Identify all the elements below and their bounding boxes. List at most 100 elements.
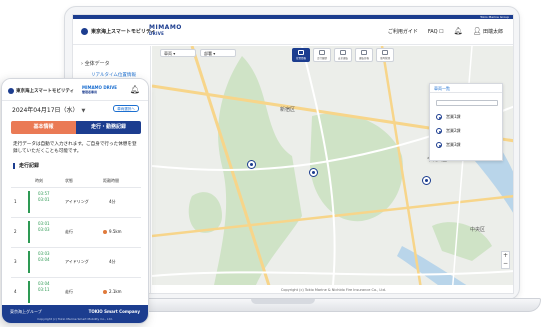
location-icon <box>298 50 304 55</box>
mobile-header: 東京海上スマートモビリティ MIMAMO DRIVE 管理者専用 🔔︎ <box>2 79 148 101</box>
date-label: 2024年04月17日（水） <box>12 107 79 114</box>
panel-item-label: 営業3課 <box>446 142 461 147</box>
phone-frame: 東京海上スマートモビリティ MIMAMO DRIVE 管理者専用 🔔︎ 2024… <box>1 78 149 324</box>
row-status: 走行 <box>65 229 73 234</box>
tab-label: 運転日報 <box>358 57 369 60</box>
faq-link[interactable]: FAQ ☐ <box>428 29 444 35</box>
product-sub: DRIVE <box>149 31 165 36</box>
panel-item[interactable]: 営業1課 <box>436 114 461 120</box>
panel-item-label: 営業1課 <box>446 114 461 119</box>
footer-brand: TOKIO Smart Company <box>88 309 140 314</box>
map-label-chuo: 中央区 <box>470 227 486 233</box>
chevron-right-icon: › <box>81 61 83 67</box>
laptop-notch <box>251 299 315 304</box>
app-header: 東京海上スマートモビリティ MIMAMO DRIVE ご利用ガイド FAQ ☐ … <box>73 19 513 45</box>
zoom-control[interactable]: + − <box>501 251 510 269</box>
row-number: 4 <box>14 289 17 294</box>
mobile-org-name: 東京海上スマートモビリティ <box>16 89 75 94</box>
zoom-in-button[interactable]: + <box>502 252 509 260</box>
panel-search-input[interactable] <box>436 100 498 106</box>
bell-icon[interactable]: 🔔︎ <box>454 28 463 35</box>
tab-label: 走行履歴 <box>316 57 327 60</box>
footer-copyright: Copyright (c) Tokio Marine Smart Mobilit… <box>37 317 113 321</box>
timeline-bar <box>28 191 30 213</box>
row-time: 03:03 03:04 <box>38 251 50 263</box>
org-logo-icon <box>81 28 88 35</box>
info-note: 走行データは自動で入力されます。ご自身で行った休憩を登録していただくことも可能で… <box>13 142 137 154</box>
vehicle-marker[interactable] <box>247 160 256 169</box>
mobile-tabs: 基本情報 走行・勤務記録 <box>11 121 141 134</box>
bell-icon[interactable]: 🔔︎ <box>130 86 140 94</box>
row-value: 4分 <box>109 259 116 264</box>
time-end: 03:04 <box>38 257 50 262</box>
vehicle-select-button[interactable]: 車両選択へ <box>113 105 139 112</box>
row-value: 9.5km <box>109 229 122 234</box>
map-toolbar: 位置情報 走行履歴 安全運転 運転日報 車両管理 <box>292 48 394 62</box>
tab-report[interactable]: 運転日報 <box>355 48 373 62</box>
divider <box>11 217 141 218</box>
tab-vehicles[interactable]: 車両管理 <box>376 48 394 62</box>
report-icon <box>361 50 367 55</box>
external-link-icon: ☐ <box>439 28 444 35</box>
tab-label: 位置情報 <box>295 57 306 60</box>
panel-item[interactable]: 営業3課 <box>436 142 461 148</box>
mobile-footer: 東京海上グループ TOKIO Smart Company Copyright (… <box>2 305 148 323</box>
panel-item-label: 営業2課 <box>446 128 461 133</box>
mobile-org-logo[interactable]: 東京海上スマートモビリティ <box>8 88 74 94</box>
department-select[interactable]: 部署 ▾ <box>200 49 236 57</box>
timeline-bar <box>28 221 30 243</box>
panel-item[interactable]: 営業2課 <box>436 128 461 134</box>
vehicle-marker[interactable] <box>422 176 431 185</box>
zoom-out-button[interactable]: − <box>502 260 509 268</box>
radio-icon <box>436 128 442 134</box>
row-number: 3 <box>14 259 17 264</box>
timeline-bar <box>28 281 30 303</box>
chevron-down-icon: ▾ <box>173 51 176 56</box>
row-value: 4分 <box>109 199 116 204</box>
row-time: 03:01 03:03 <box>38 221 50 233</box>
time-end: 03:11 <box>38 287 50 292</box>
tab-label: 車両管理 <box>379 57 390 60</box>
row-status: 走行 <box>65 289 73 294</box>
row-value: 2.1km <box>109 289 122 294</box>
vehicle-select-value: 車両 <box>164 51 172 56</box>
sidebar-section-label: 全体データ <box>84 61 110 67</box>
org-logo[interactable]: 東京海上スマートモビリティ <box>81 28 156 35</box>
row-time: 03:57 03:01 <box>38 191 50 203</box>
user-menu[interactable]: 👤︎ 田端太郎 <box>472 27 504 36</box>
mobile-product-logo: MIMAMO DRIVE 管理者専用 <box>82 85 117 95</box>
sidebar-section-overview[interactable]: › 全体データ <box>81 60 110 67</box>
header-nav: ご利用ガイド FAQ ☐ 🔔︎ 👤︎ 田端太郎 <box>388 27 504 36</box>
guide-link[interactable]: ご利用ガイド <box>388 28 418 35</box>
user-name: 田端太郎 <box>482 29 503 35</box>
map-view[interactable]: 車両 ▾ 部署 ▾ 位置情報 走行履歴 安全運転 運転日報 車両管理 新宿区 千… <box>152 46 513 293</box>
tab-history[interactable]: 走行履歴 <box>313 48 331 62</box>
org-name: 東京海上スマートモビリティ <box>91 29 156 35</box>
vehicle-marker[interactable] <box>309 168 318 177</box>
driving-record-table: 時刻 状態 距離時間 1 03:57 03:01 アイドリング 4分 2 03:0… <box>11 175 141 303</box>
product-name: MIMAMO <box>149 24 182 31</box>
safety-icon <box>340 50 346 55</box>
timeline-bar <box>28 251 30 273</box>
tab-basic-info[interactable]: 基本情報 <box>11 121 76 134</box>
row-number: 2 <box>14 229 17 234</box>
divider <box>11 277 141 278</box>
time-end: 03:03 <box>38 227 50 232</box>
column-header: 時刻 <box>35 178 43 183</box>
car-icon <box>382 50 388 55</box>
date-selector[interactable]: 2024年04月17日（水） ▼ <box>12 105 85 114</box>
row-status: アイドリング <box>65 259 89 264</box>
tab-driving-records[interactable]: 走行・勤務記録 <box>76 121 141 134</box>
vehicle-select[interactable]: 車両 ▾ <box>160 49 196 57</box>
user-icon: 👤︎ <box>472 27 482 35</box>
product-logo[interactable]: MIMAMO DRIVE <box>149 25 182 37</box>
faq-label: FAQ <box>427 28 438 35</box>
radio-icon <box>436 142 442 148</box>
column-header: 状態 <box>65 178 73 183</box>
tab-location[interactable]: 位置情報 <box>292 48 310 62</box>
map-label-shinjuku: 新宿区 <box>280 107 296 113</box>
map-copyright: Copyright (c) Tokio Marine & Nichido Fir… <box>152 285 513 293</box>
chevron-down-icon: ▾ <box>213 51 216 56</box>
panel-title: 車両一覧 <box>430 84 502 93</box>
tab-safety[interactable]: 安全運転 <box>334 48 352 62</box>
